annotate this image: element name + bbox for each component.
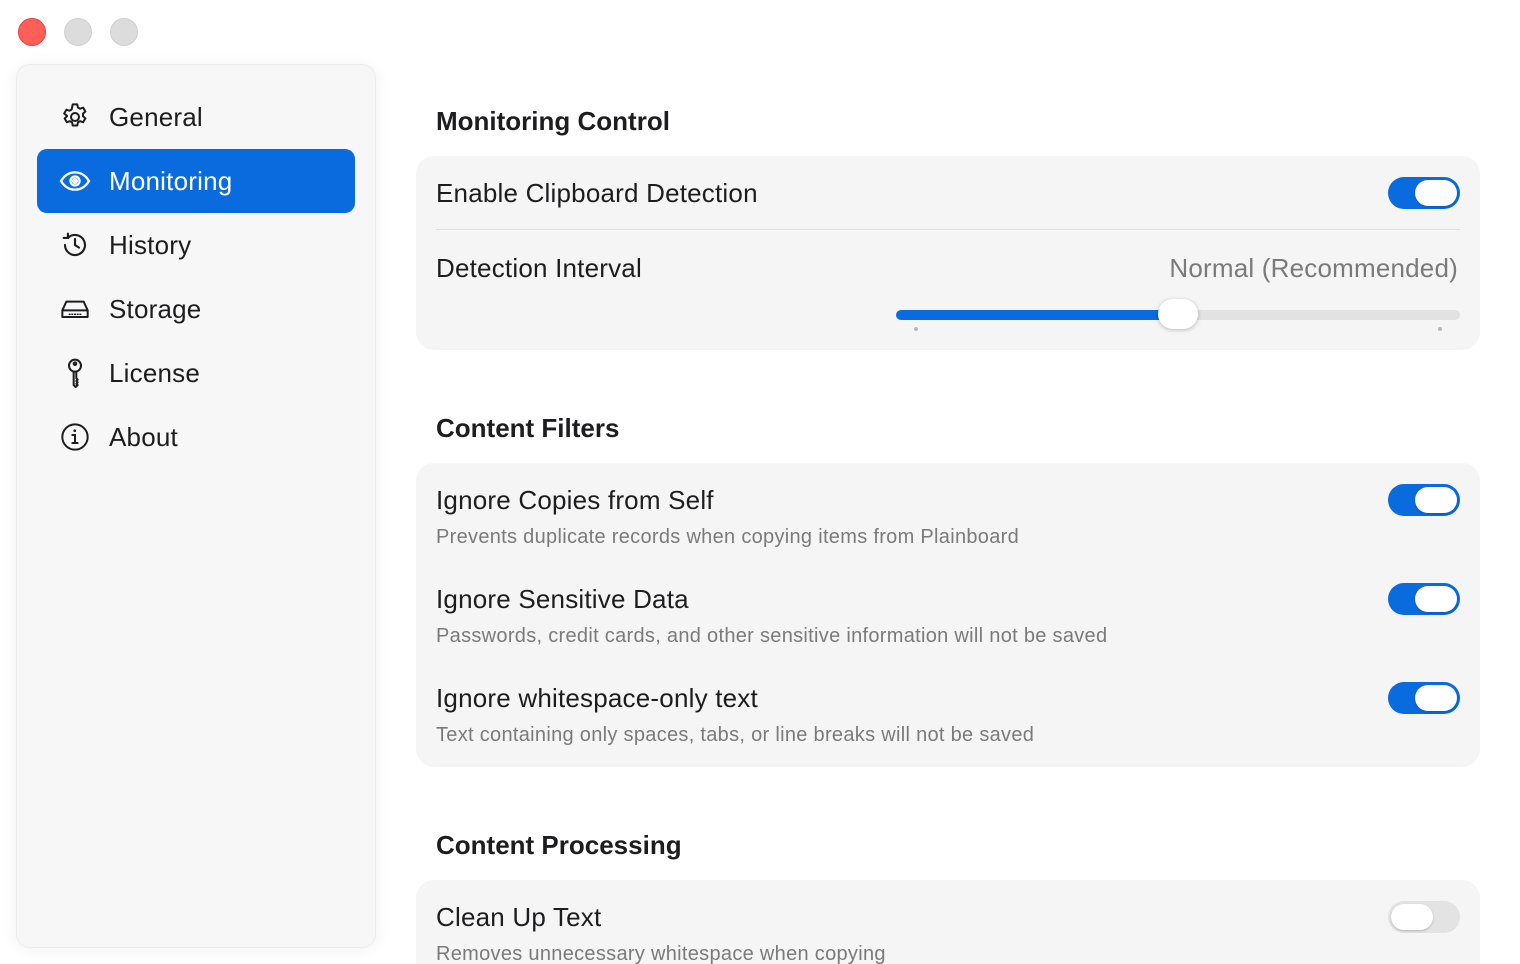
settings-window: General Monitoring History Storage Licen… <box>0 0 1520 964</box>
section-title-content-processing: Content Processing <box>436 830 682 860</box>
sidebar-item-storage[interactable]: Storage <box>37 277 355 341</box>
eye-icon <box>57 163 93 199</box>
ignore-whitespace-only-description: Text containing only spaces, tabs, or li… <box>436 724 1035 746</box>
sidebar-item-label: General <box>109 101 203 132</box>
sidebar-item-label: About <box>109 421 178 452</box>
detection-interval-label: Detection Interval <box>436 253 642 283</box>
sidebar-item-label: Monitoring <box>109 165 233 196</box>
enable-clipboard-detection-label: Enable Clipboard Detection <box>436 178 758 208</box>
clean-up-text-label: Clean Up Text <box>436 902 602 932</box>
ignore-copies-from-self-description: Prevents duplicate records when copying … <box>436 526 1020 548</box>
minimize-window-button[interactable] <box>64 18 92 46</box>
section-title-monitoring-control: Monitoring Control <box>436 106 670 136</box>
detection-interval-value: Normal (Recommended) <box>1169 253 1458 283</box>
detection-interval-slider[interactable] <box>896 299 1460 329</box>
divider <box>436 229 1460 230</box>
slider-tick-min <box>914 327 918 331</box>
content-filters-card: Ignore Copies from Self Prevents duplica… <box>416 463 1480 767</box>
sidebar-item-history[interactable]: History <box>37 213 355 277</box>
sidebar-item-label: License <box>109 357 201 388</box>
content-processing-card: Clean Up Text Removes unnecessary whites… <box>416 880 1480 964</box>
storage-drive-icon <box>57 291 93 327</box>
ignore-sensitive-data-toggle[interactable] <box>1388 583 1460 615</box>
history-icon <box>57 227 93 263</box>
ignore-copies-from-self-toggle[interactable] <box>1388 484 1460 516</box>
sidebar-item-about[interactable]: About <box>37 405 355 469</box>
info-icon <box>57 419 93 455</box>
slider-fill <box>896 310 1178 320</box>
monitoring-control-card: Enable Clipboard Detection Detection Int… <box>416 156 1480 350</box>
clean-up-text-toggle[interactable] <box>1388 901 1460 933</box>
sidebar-item-monitoring[interactable]: Monitoring <box>37 149 355 213</box>
window-controls <box>18 18 138 46</box>
gear-icon <box>57 99 93 135</box>
ignore-sensitive-data-label: Ignore Sensitive Data <box>436 584 689 614</box>
sidebar-item-license[interactable]: License <box>37 341 355 405</box>
ignore-whitespace-only-toggle[interactable] <box>1388 682 1460 714</box>
maximize-window-button[interactable] <box>110 18 138 46</box>
sidebar-item-label: History <box>109 229 192 260</box>
clean-up-text-description: Removes unnecessary whitespace when copy… <box>436 943 886 964</box>
close-window-button[interactable] <box>18 18 46 46</box>
ignore-whitespace-only-label: Ignore whitespace-only text <box>436 683 758 713</box>
enable-clipboard-detection-toggle[interactable] <box>1388 177 1460 209</box>
key-icon <box>57 355 93 391</box>
section-title-content-filters: Content Filters <box>436 413 620 443</box>
ignore-copies-from-self-label: Ignore Copies from Self <box>436 485 714 515</box>
slider-thumb[interactable] <box>1158 299 1198 329</box>
sidebar-item-label: Storage <box>109 293 202 324</box>
sidebar: General Monitoring History Storage Licen… <box>16 64 376 948</box>
slider-tick-max <box>1438 327 1442 331</box>
sidebar-item-general[interactable]: General <box>37 85 355 149</box>
ignore-sensitive-data-description: Passwords, credit cards, and other sensi… <box>436 625 1108 647</box>
